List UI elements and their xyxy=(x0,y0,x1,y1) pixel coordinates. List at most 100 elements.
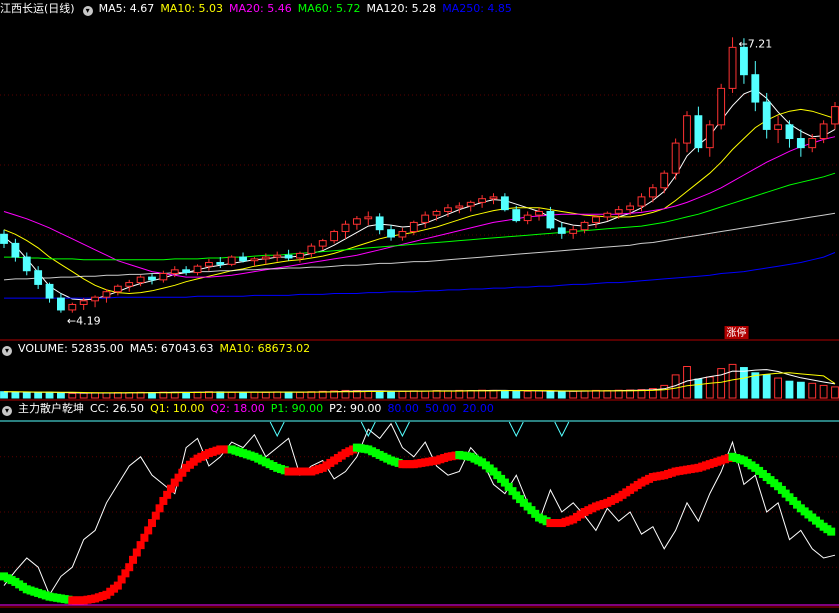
volume-bar-25 xyxy=(284,391,293,399)
candle-body-10 xyxy=(113,285,122,293)
osc-trend-dot-13-2 xyxy=(155,504,164,513)
volume-bar-16 xyxy=(182,392,191,399)
volume-bar-71 xyxy=(808,382,817,399)
volume-bar-7 xyxy=(79,392,88,399)
candle-body-37 xyxy=(421,214,430,223)
candle-body-5 xyxy=(57,297,65,311)
volume-bar-22 xyxy=(250,391,259,399)
candle-body-13 xyxy=(148,276,156,281)
osc-trend-dot-12-1 xyxy=(140,533,149,542)
candle-body-21 xyxy=(239,256,247,262)
candle-body-67 xyxy=(762,101,771,130)
candle-body-72 xyxy=(819,123,828,140)
candle-body-14 xyxy=(159,272,168,281)
candle-body-57 xyxy=(648,187,657,198)
volume-bar-70 xyxy=(796,381,805,399)
candle-body-54 xyxy=(614,209,623,214)
annotation-high: ←7.21 xyxy=(739,37,773,50)
candle-body-34 xyxy=(387,229,395,238)
candle-body-70 xyxy=(796,138,805,149)
candle-body-20 xyxy=(227,256,236,265)
candle-body-65 xyxy=(740,46,748,76)
volume-bar-72 xyxy=(819,384,828,399)
volume-bar-43 xyxy=(489,389,498,399)
volume-bar-5 xyxy=(57,392,65,399)
candle-body-9 xyxy=(102,291,111,298)
volume-bar-51 xyxy=(580,390,589,399)
candle-body-38 xyxy=(432,210,441,216)
candle-body-27 xyxy=(307,245,316,254)
candle-body-12 xyxy=(136,276,145,284)
candle-body-73 xyxy=(831,106,839,125)
volume-bar-68 xyxy=(774,377,782,399)
candle-body-3 xyxy=(34,270,43,285)
osc-trend-dot-11-2 xyxy=(132,548,141,557)
volume-bar-52 xyxy=(592,389,600,399)
candle-body-16 xyxy=(182,269,191,274)
candle-body-52 xyxy=(592,216,600,223)
candle-body-18 xyxy=(204,262,213,267)
candle-body-60 xyxy=(683,115,691,144)
volume-bar-19 xyxy=(216,391,225,399)
candle-body-1 xyxy=(11,242,20,258)
volume-bar-24 xyxy=(273,391,282,399)
volume-bar-13 xyxy=(148,392,156,399)
candle-body-48 xyxy=(546,210,555,229)
candle-body-29 xyxy=(330,231,339,242)
candle-body-64 xyxy=(728,46,737,89)
volume-panel xyxy=(0,363,839,399)
volume-bar-0 xyxy=(0,391,8,399)
price-ma20-line xyxy=(3,136,836,278)
volume-bar-67 xyxy=(762,374,771,399)
volume-bar-36 xyxy=(409,390,418,399)
volume-bar-73 xyxy=(831,386,839,399)
volume-bar-2 xyxy=(22,392,31,399)
candle-body-19 xyxy=(216,262,225,265)
candle-body-0 xyxy=(0,233,8,244)
candle-body-2 xyxy=(22,256,31,272)
volume-bar-20 xyxy=(227,391,236,399)
candle-body-6 xyxy=(68,303,77,311)
volume-bar-17 xyxy=(193,391,202,399)
volume-bar-3 xyxy=(34,392,43,399)
candle-body-35 xyxy=(398,231,407,238)
volume-bar-53 xyxy=(603,390,612,399)
volume-bar-27 xyxy=(307,391,316,399)
volume-bar-49 xyxy=(557,390,566,399)
candle-body-30 xyxy=(341,223,350,233)
volume-bar-1 xyxy=(11,391,20,399)
candle-body-32 xyxy=(364,216,373,220)
osc-trend-dot-13-0 xyxy=(147,519,156,528)
chart-canvas[interactable]: ←7.21 ←4.19 涨停 xyxy=(0,0,839,613)
annotation-low: ←4.19 xyxy=(67,315,101,328)
osc-trend-dot-12-2 xyxy=(144,526,153,535)
candle-body-53 xyxy=(603,212,612,218)
volume-bar-65 xyxy=(740,367,748,399)
candle-body-41 xyxy=(466,201,475,207)
candle-body-59 xyxy=(671,142,680,174)
osc-trend-dot-13-1 xyxy=(151,511,160,520)
volume-bar-37 xyxy=(421,390,430,399)
volume-bar-48 xyxy=(546,390,555,399)
volume-bar-47 xyxy=(535,390,543,399)
candle-body-46 xyxy=(523,214,532,222)
volume-bar-66 xyxy=(751,372,760,399)
candle-body-17 xyxy=(193,265,202,274)
volume-bar-32 xyxy=(364,390,373,399)
oscillator-panel xyxy=(0,420,839,606)
candle-body-55 xyxy=(626,205,635,211)
candle-body-22 xyxy=(250,258,259,262)
volume-bar-21 xyxy=(239,392,247,399)
volume-bar-11 xyxy=(125,392,134,399)
osc-signal-marker-3 xyxy=(508,421,524,438)
candle-body-45 xyxy=(512,209,521,222)
volume-bar-33 xyxy=(375,390,384,399)
price-ma5-line xyxy=(3,88,836,301)
volume-bar-39 xyxy=(444,390,452,399)
candle-body-62 xyxy=(705,124,714,149)
candle-body-50 xyxy=(569,229,578,234)
candle-body-43 xyxy=(489,196,498,200)
limit-up-badge: 涨停 xyxy=(727,326,747,339)
volume-bar-8 xyxy=(91,392,99,399)
volume-bar-35 xyxy=(398,390,407,399)
